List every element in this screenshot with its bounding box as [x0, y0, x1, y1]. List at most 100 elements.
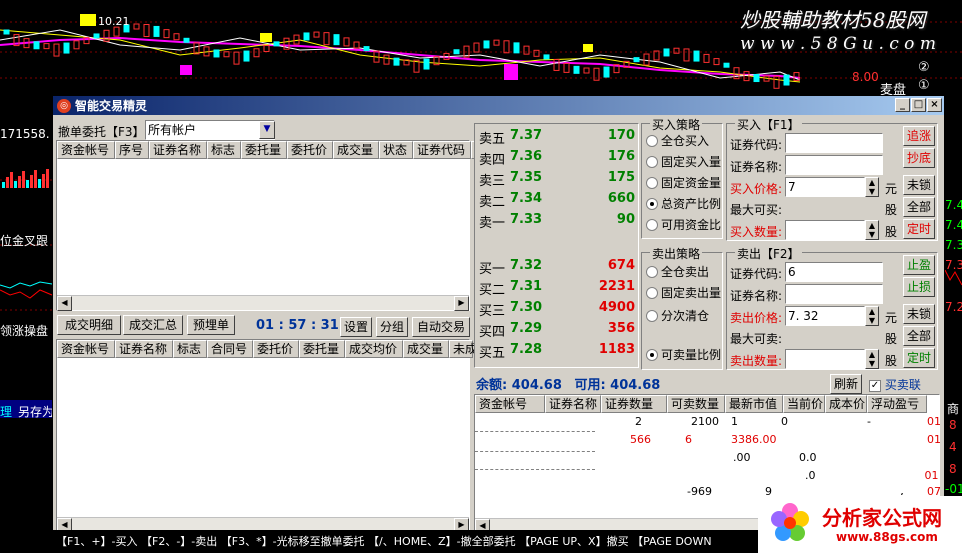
- positions-header-col-5[interactable]: 当前价: [783, 395, 825, 413]
- orders-header-col-0[interactable]: 资金帐号: [57, 141, 115, 159]
- chase-rise-button[interactable]: 追涨: [903, 126, 935, 146]
- refresh-button[interactable]: 刷新: [830, 374, 862, 394]
- orders-header-col-1[interactable]: 序号: [115, 141, 149, 159]
- trades-header-col-3[interactable]: 合同号: [207, 340, 253, 358]
- close-button[interactable]: ×: [927, 98, 942, 112]
- positions-header-col-0[interactable]: 资金帐号: [475, 395, 545, 413]
- ask-level-row[interactable]: 卖一 7.33 90: [479, 212, 637, 232]
- left-tab-manage[interactable]: 理: [0, 403, 12, 420]
- ask-level-row[interactable]: 卖四 7.36 176: [479, 149, 637, 169]
- radio-icon[interactable]: [646, 348, 658, 361]
- radio-icon[interactable]: [646, 176, 658, 189]
- stop-loss-button[interactable]: 止损: [903, 277, 935, 297]
- positions-header-col-7[interactable]: 浮动盈亏: [867, 395, 927, 413]
- positions-header-col-1[interactable]: 证券名称: [545, 395, 601, 413]
- positions-header-col-6[interactable]: 成本价: [825, 395, 867, 413]
- sell-price-spinner[interactable]: ▲ ▼: [865, 306, 879, 326]
- account-select[interactable]: 所有帐户: [145, 120, 275, 140]
- orders-header-col-4[interactable]: 委托量: [241, 141, 287, 159]
- buy_strategy-option-3[interactable]: 总资产比例: [646, 195, 721, 212]
- sell-strategy-option-2[interactable]: 分次清仓: [646, 307, 709, 324]
- sell-code-input[interactable]: 6: [785, 262, 883, 282]
- sell-strategy-option-3[interactable]: 可卖量比例: [646, 346, 721, 363]
- ask-level-row[interactable]: 卖二 7.34 660: [479, 191, 637, 211]
- left-tab-save-as[interactable]: 另存为: [18, 403, 54, 420]
- ask-level-row[interactable]: 卖三 7.35 175: [479, 170, 637, 190]
- sell-qty-spinner[interactable]: ▲ ▼: [865, 349, 879, 369]
- buy-price-input[interactable]: 7: [785, 177, 865, 197]
- radio-icon[interactable]: [646, 286, 658, 299]
- buy_strategy-option-0[interactable]: 全仓买入: [646, 132, 709, 149]
- positions-header-col-4[interactable]: 最新市值: [725, 395, 783, 413]
- bid-level-row[interactable]: 买二 7.31 2231: [479, 279, 637, 299]
- buy-code-input[interactable]: [785, 133, 883, 153]
- scroll-left-icon[interactable]: ◀: [57, 296, 72, 311]
- sell-timed-button[interactable]: 定时: [903, 348, 935, 368]
- radio-icon[interactable]: [646, 197, 658, 210]
- bid-level-row[interactable]: 买三 7.30 4900: [479, 300, 637, 320]
- account-dropdown-arrow-icon[interactable]: ▼: [259, 121, 275, 139]
- orders-scrollbar[interactable]: ◀ ▶: [57, 295, 469, 311]
- tab-trade-summary[interactable]: 成交汇总: [123, 315, 183, 335]
- buy_strategy-option-2[interactable]: 固定资金量: [646, 174, 721, 191]
- bid-level-row[interactable]: 买一 7.32 674: [479, 258, 637, 278]
- radio-icon[interactable]: [646, 134, 658, 147]
- bid-price: 7.28: [510, 342, 543, 357]
- buy-unlock-button[interactable]: 未锁: [903, 175, 935, 195]
- trades-header-col-1[interactable]: 证券名称: [115, 340, 173, 358]
- radio-icon[interactable]: [646, 265, 658, 278]
- buy_strategy-option-4[interactable]: 可用资金比: [646, 216, 721, 233]
- orders-header-col-5[interactable]: 委托价: [287, 141, 333, 159]
- scroll-right-icon[interactable]: ▶: [454, 296, 469, 311]
- radio-icon[interactable]: [646, 155, 658, 168]
- buy-timed-button[interactable]: 定时: [903, 219, 935, 239]
- radio-label: 总资产比例: [661, 197, 722, 211]
- sell-all-button[interactable]: 全部: [903, 326, 935, 346]
- orders-header-col-7[interactable]: 状态: [379, 141, 413, 159]
- trades-header-col-2[interactable]: 标志: [173, 340, 207, 358]
- bid-level-row[interactable]: 买五 7.28 1183: [479, 342, 637, 362]
- trades-table: 资金帐号 证券名称 标志 合同号 委托价 委托量 成交均价 成交量 未成 ◀ ▶: [56, 339, 477, 533]
- settings-button[interactable]: 设置: [340, 317, 372, 337]
- bid-level-row[interactable]: 买四 7.29 356: [479, 321, 637, 341]
- candle: [663, 48, 670, 57]
- orders-table-header: 资金帐号序号证券名称标志委托量委托价成交量状态证券代码委: [57, 141, 487, 159]
- buy-max-label: 最大可买:: [730, 203, 783, 217]
- orders-header-col-8[interactable]: 证券代码: [413, 141, 471, 159]
- minimize-button[interactable]: _: [895, 98, 910, 112]
- buy-qty-input[interactable]: [785, 220, 865, 240]
- maximize-button[interactable]: □: [911, 98, 926, 112]
- trades-header-col-7[interactable]: 成交量: [403, 340, 449, 358]
- group-button[interactable]: 分组: [376, 317, 408, 337]
- trades-header-col-6[interactable]: 成交均价: [345, 340, 403, 358]
- tab-preorder[interactable]: 预埋单: [187, 315, 235, 335]
- trades-header-col-4[interactable]: 委托价: [253, 340, 299, 358]
- trades-header-col-0[interactable]: 资金帐号: [57, 340, 115, 358]
- sell-strategy-option-1[interactable]: 固定卖出量: [646, 284, 721, 301]
- radio-icon[interactable]: [646, 309, 658, 322]
- window-titlebar[interactable]: ◎ 智能交易精灵 _ □ ×: [53, 96, 944, 115]
- trades-header-col-8[interactable]: 未成: [449, 340, 477, 358]
- radio-icon[interactable]: [646, 218, 658, 231]
- buy-sell-linkage-checkbox[interactable]: ✓ 买卖联: [869, 376, 921, 393]
- buy-qty-spinner[interactable]: ▲ ▼: [865, 220, 879, 240]
- buy_strategy-option-1[interactable]: 固定买入量: [646, 153, 721, 170]
- orders-header-col-6[interactable]: 成交量: [333, 141, 379, 159]
- tab-trade-detail[interactable]: 成交明细: [57, 315, 121, 335]
- trades-header-col-5[interactable]: 委托量: [299, 340, 345, 358]
- sell-price-input[interactable]: 7. 32: [785, 306, 865, 326]
- sell-qty-input[interactable]: [785, 349, 865, 369]
- positions-header-col-2[interactable]: 证券数量: [601, 395, 667, 413]
- auto-trade-button[interactable]: 自动交易: [412, 317, 470, 337]
- orders-header-col-2[interactable]: 证券名称: [149, 141, 207, 159]
- orders-header-col-3[interactable]: 标志: [207, 141, 241, 159]
- take-profit-button[interactable]: 止盈: [903, 255, 935, 275]
- buy-price-spinner[interactable]: ▲ ▼: [865, 177, 879, 197]
- positions-header-col-3[interactable]: 可卖数量: [667, 395, 725, 413]
- ask-level-row[interactable]: 卖五 7.37 170: [479, 128, 637, 148]
- sell-strategy-option-0[interactable]: 全仓卖出: [646, 263, 709, 280]
- sell-unlock-button[interactable]: 未锁: [903, 304, 935, 324]
- row-divider: [475, 451, 595, 452]
- buy-bottom-button[interactable]: 抄底: [903, 148, 935, 168]
- buy-all-button[interactable]: 全部: [903, 197, 935, 217]
